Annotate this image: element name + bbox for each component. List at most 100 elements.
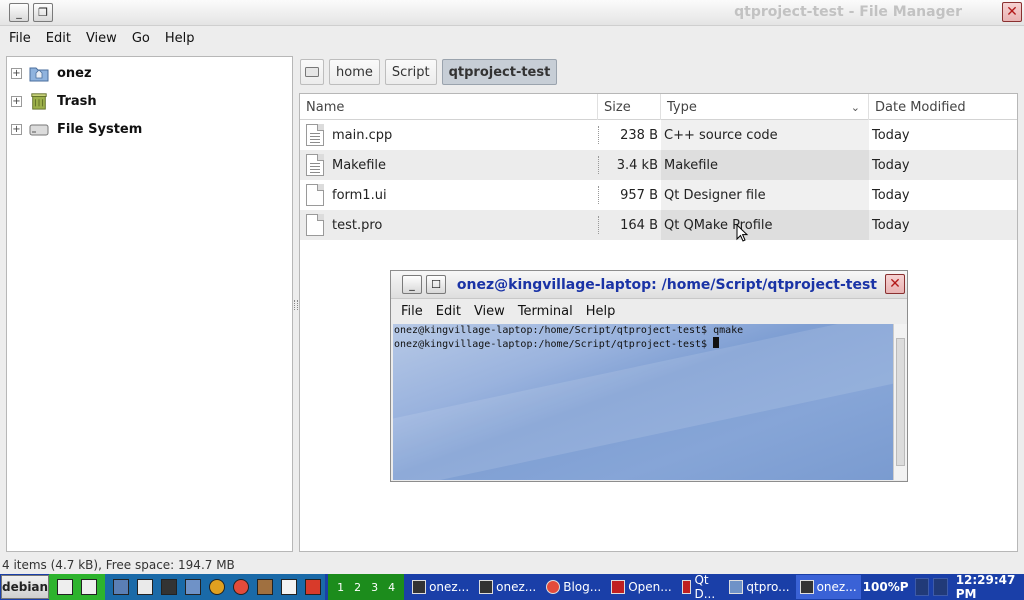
path-segment-current[interactable]: qtproject-test xyxy=(441,59,558,85)
task-button[interactable]: onez... xyxy=(795,575,861,599)
editor-icon[interactable] xyxy=(281,579,298,595)
launcher-bar xyxy=(105,574,326,600)
desktop-1[interactable]: 1 xyxy=(332,581,349,594)
drive-icon xyxy=(29,124,49,136)
task-label: Open... xyxy=(628,580,672,594)
terminal-menu-help[interactable]: Help xyxy=(586,304,616,319)
task-button[interactable]: Blog... xyxy=(542,575,605,599)
window-icon[interactable] xyxy=(137,579,154,595)
file-type: Makefile xyxy=(661,150,869,180)
tray-icon[interactable] xyxy=(933,578,948,596)
terminal-icon[interactable] xyxy=(161,579,178,595)
file-name: Makefile xyxy=(332,157,387,173)
close-icon: ✕ xyxy=(1006,4,1018,20)
terminal-menu-edit[interactable]: Edit xyxy=(436,304,461,319)
maximize-button[interactable]: ❐ xyxy=(33,3,53,22)
task-button[interactable]: onez... xyxy=(408,575,473,599)
expand-icon[interactable]: + xyxy=(11,123,22,135)
battery-status[interactable]: 100%P xyxy=(863,580,909,594)
path-root-button[interactable] xyxy=(300,59,324,85)
terminal-menu-view[interactable]: View xyxy=(474,304,505,319)
menubar: File Edit View Go Help xyxy=(0,26,1024,50)
chrome-icon[interactable] xyxy=(233,579,250,595)
file-size: 164 B xyxy=(620,217,658,233)
sidebar-item-home[interactable]: + onez xyxy=(7,60,292,86)
close-button[interactable]: ✕ xyxy=(1002,2,1022,22)
terminal-output[interactable]: onez@kingvillage-laptop:/home/Script/qtp… xyxy=(393,324,894,480)
table-row[interactable]: form1.ui 957 B Qt Designer file Today xyxy=(300,180,1017,210)
terminal-menubar: File Edit View Terminal Help xyxy=(391,299,907,323)
desktop-2[interactable]: 2 xyxy=(349,581,366,594)
path-segment-script[interactable]: Script xyxy=(384,59,437,85)
task-label: Blog... xyxy=(563,580,602,594)
menu-view[interactable]: View xyxy=(86,31,117,46)
desktop-3[interactable]: 3 xyxy=(366,581,383,594)
column-name[interactable]: Name xyxy=(300,94,598,120)
task-button[interactable]: qtpro... xyxy=(725,575,793,599)
menu-edit[interactable]: Edit xyxy=(46,31,71,46)
expand-icon[interactable]: + xyxy=(11,95,22,107)
app-icon[interactable] xyxy=(305,579,322,595)
menu-file[interactable]: File xyxy=(9,31,31,46)
tray-icon[interactable] xyxy=(914,578,930,596)
file-size: 957 B xyxy=(620,187,658,203)
path-segment-home[interactable]: home xyxy=(329,59,380,85)
task-label: onez... xyxy=(429,580,470,594)
terminal-cursor xyxy=(713,337,720,348)
file-date: Today xyxy=(872,187,910,203)
maximize-icon: ☐ xyxy=(431,278,441,291)
windows-list-icon[interactable] xyxy=(81,579,98,595)
tools-icon[interactable] xyxy=(257,579,274,595)
task-button[interactable]: Open... xyxy=(607,575,676,599)
terminal-window[interactable]: _ ☐ onez@kingvillage-laptop: /home/Scrip… xyxy=(390,270,908,482)
task-label: Qt D... xyxy=(694,573,716,600)
desktop-4[interactable]: 4 xyxy=(383,581,400,594)
window-titlebar: _ ❐ qtproject-test - File Manager ✕ xyxy=(0,0,1024,26)
folder-icon xyxy=(729,580,744,594)
clock[interactable]: 12:29:47 PM xyxy=(956,573,1023,600)
x-icon xyxy=(681,580,692,594)
terminal-line: onez@kingvillage-laptop:/home/Script/qtp… xyxy=(394,325,744,336)
terminal-minimize-button[interactable]: _ xyxy=(402,275,422,294)
menu-help[interactable]: Help xyxy=(165,31,195,46)
pane-splitter[interactable] xyxy=(294,300,298,310)
table-row[interactable]: Makefile 3.4 kB Makefile Today xyxy=(300,150,1017,180)
terminal-title: onez@kingvillage-laptop: /home/Script/qt… xyxy=(456,277,877,293)
expand-icon[interactable]: + xyxy=(11,67,22,79)
scrollbar-thumb[interactable] xyxy=(896,338,905,466)
taskbar: debian 1 2 3 4 onez... onez... Blog... O… xyxy=(0,573,1024,600)
terminal-scrollbar[interactable] xyxy=(893,324,907,480)
breadcrumb: home Script qtproject-test xyxy=(300,58,562,86)
column-type[interactable]: Type ⌄ xyxy=(661,94,869,120)
computer-icon[interactable] xyxy=(113,579,130,595)
terminal-maximize-button[interactable]: ☐ xyxy=(426,275,446,294)
folder-icon[interactable] xyxy=(185,579,202,595)
task-button[interactable]: onez... xyxy=(475,575,540,599)
restore-icon: ❐ xyxy=(38,6,48,19)
task-label: onez... xyxy=(496,580,537,594)
column-size[interactable]: Size xyxy=(598,94,661,120)
file-date: Today xyxy=(872,157,910,173)
sidebar-item-label: onez xyxy=(57,65,92,81)
start-label: debian xyxy=(2,580,49,594)
task-list: onez... onez... Blog... Open... Qt D... … xyxy=(408,573,863,600)
makefile-icon xyxy=(306,154,324,176)
terminal-close-button[interactable]: ✕ xyxy=(885,274,905,294)
quicklaunch-bar xyxy=(49,574,106,600)
minimize-icon: _ xyxy=(409,278,415,291)
sidebar-item-trash[interactable]: + Trash xyxy=(7,88,292,114)
column-date[interactable]: Date Modified xyxy=(869,94,1019,120)
terminal-menu-file[interactable]: File xyxy=(401,304,423,319)
task-button[interactable]: Qt D... xyxy=(678,573,724,600)
menu-go[interactable]: Go xyxy=(132,31,150,46)
terminal-menu-terminal[interactable]: Terminal xyxy=(518,304,573,319)
minimize-all-icon[interactable] xyxy=(57,579,74,595)
sidebar-item-filesystem[interactable]: + File System xyxy=(7,116,292,142)
desktop-switcher: 1 2 3 4 xyxy=(328,574,405,600)
table-row[interactable]: test.pro 164 B Qt QMake Profile Today xyxy=(300,210,1017,240)
start-button[interactable]: debian xyxy=(1,575,50,599)
browser-icon[interactable] xyxy=(209,579,226,595)
table-row[interactable]: main.cpp 238 B C++ source code Today xyxy=(300,120,1017,150)
minimize-button[interactable]: _ xyxy=(9,3,29,22)
terminal-icon xyxy=(479,580,494,594)
